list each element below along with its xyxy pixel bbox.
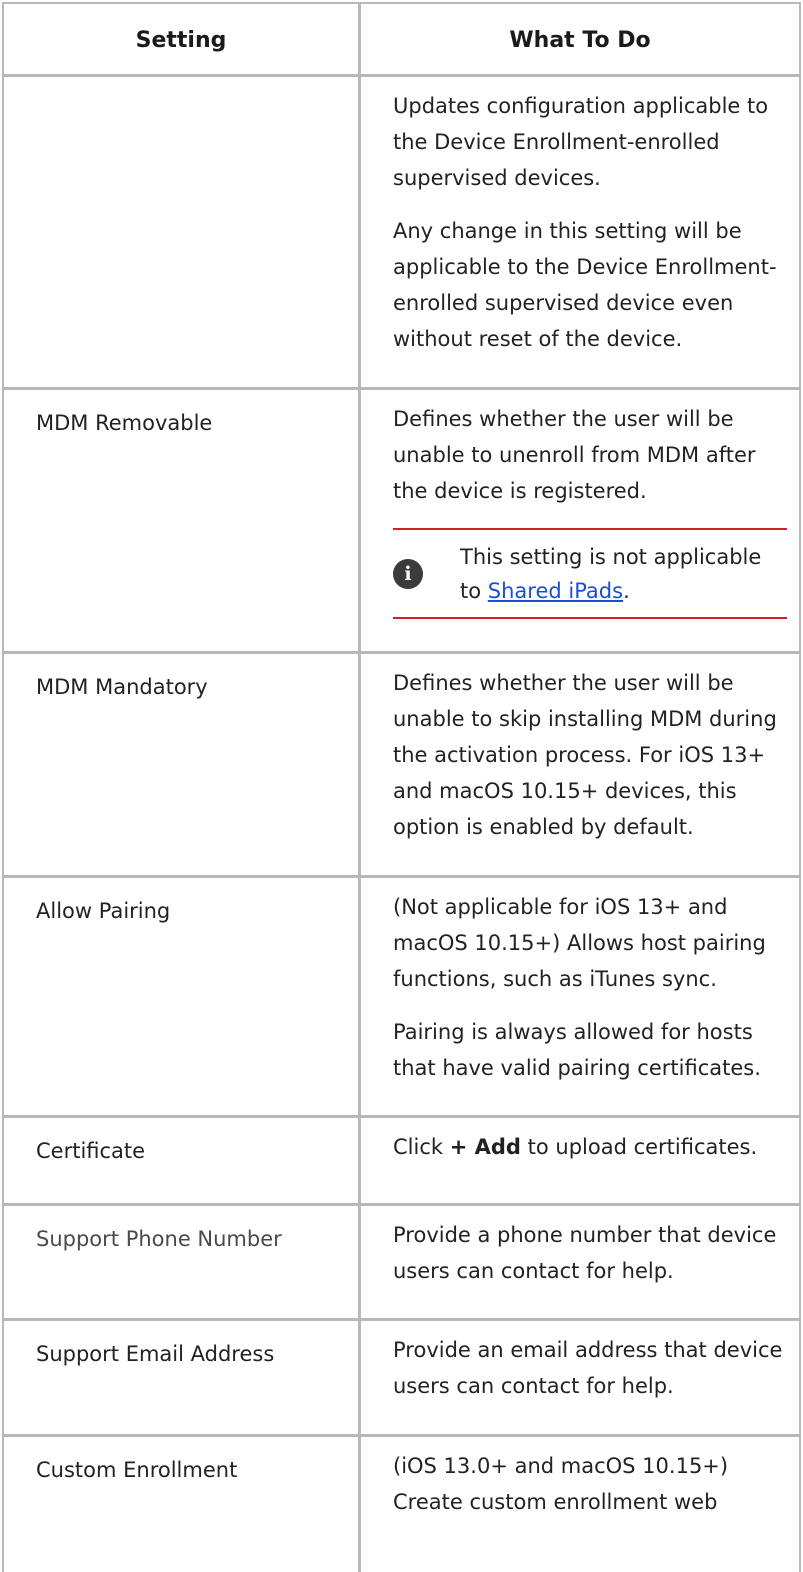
description-paragraph: Defines whether the user will be unable … xyxy=(393,407,756,503)
setting-cell xyxy=(4,77,361,387)
table-row: Certificate Click + Add to upload certif… xyxy=(4,1118,799,1206)
description-paragraph: Any change in this setting will be appli… xyxy=(393,219,777,351)
header-setting: Setting xyxy=(4,4,361,74)
description-cell: Provide an email address that device use… xyxy=(361,1321,799,1434)
note-box: i This setting is not applicable to Shar… xyxy=(393,528,787,619)
shared-ipads-link[interactable]: Shared iPads xyxy=(488,579,623,603)
table-header-row: Setting What To Do xyxy=(4,4,799,77)
description-paragraph: Defines whether the user will be unable … xyxy=(393,671,777,839)
description-cell: Defines whether the user will be unable … xyxy=(361,654,799,875)
setting-mdm-mandatory: MDM Mandatory xyxy=(4,654,361,875)
setting-support-phone: Support Phone Number xyxy=(4,1206,361,1318)
setting-certificate: Certificate xyxy=(4,1118,361,1203)
description-cell: (Not applicable for iOS 13+ and macOS 10… xyxy=(361,878,799,1115)
info-icon: i xyxy=(393,558,423,589)
description-paragraph: Updates configuration applicable to the … xyxy=(393,94,769,190)
description-paragraph: Provide a phone number that device users… xyxy=(393,1223,777,1283)
description-paragraph: (Not applicable for iOS 13+ and macOS 10… xyxy=(393,895,766,991)
table-row: Allow Pairing (Not applicable for iOS 13… xyxy=(4,878,799,1118)
description-paragraph: (iOS 13.0+ and macOS 10.15+) Create cust… xyxy=(393,1454,729,1514)
setting-support-email: Support Email Address xyxy=(4,1321,361,1434)
description-cell: Provide a phone number that device users… xyxy=(361,1206,799,1318)
description-cell: Defines whether the user will be unable … xyxy=(361,390,799,651)
setting-custom-enrollment: Custom Enrollment xyxy=(4,1437,361,1572)
table-row: Custom Enrollment (iOS 13.0+ and macOS 1… xyxy=(4,1437,799,1572)
note-text: This setting is not applicable to Shared… xyxy=(460,540,787,608)
header-what-to-do: What To Do xyxy=(509,28,651,53)
description-cell: (iOS 13.0+ and macOS 10.15+) Create cust… xyxy=(361,1437,799,1572)
setting-mdm-removable: MDM Removable xyxy=(4,390,361,651)
table-row: Updates configuration applicable to the … xyxy=(4,77,799,390)
table-row: Support Phone Number Provide a phone num… xyxy=(4,1206,799,1321)
description-paragraph: Click + Add to upload certificates. xyxy=(393,1129,791,1165)
description-cell: Click + Add to upload certificates. xyxy=(361,1118,799,1203)
description-paragraph: Pairing is always allowed for hosts that… xyxy=(393,1020,761,1080)
certificate-desc-suffix: to upload certificates. xyxy=(520,1135,758,1159)
certificate-desc-prefix: Click xyxy=(393,1135,450,1159)
table-row: MDM Removable Defines whether the user w… xyxy=(4,390,799,654)
table-row: Support Email Address Provide an email a… xyxy=(4,1321,799,1437)
add-label: + Add xyxy=(449,1135,521,1159)
description-cell: Updates configuration applicable to the … xyxy=(361,77,799,387)
description-paragraph: Provide an email address that device use… xyxy=(393,1338,783,1398)
note-text-suffix: . xyxy=(623,578,630,603)
settings-table: Setting What To Do Updates configuration… xyxy=(2,2,801,1572)
table-row: MDM Mandatory Defines whether the user w… xyxy=(4,654,799,878)
setting-allow-pairing: Allow Pairing xyxy=(4,878,361,1115)
